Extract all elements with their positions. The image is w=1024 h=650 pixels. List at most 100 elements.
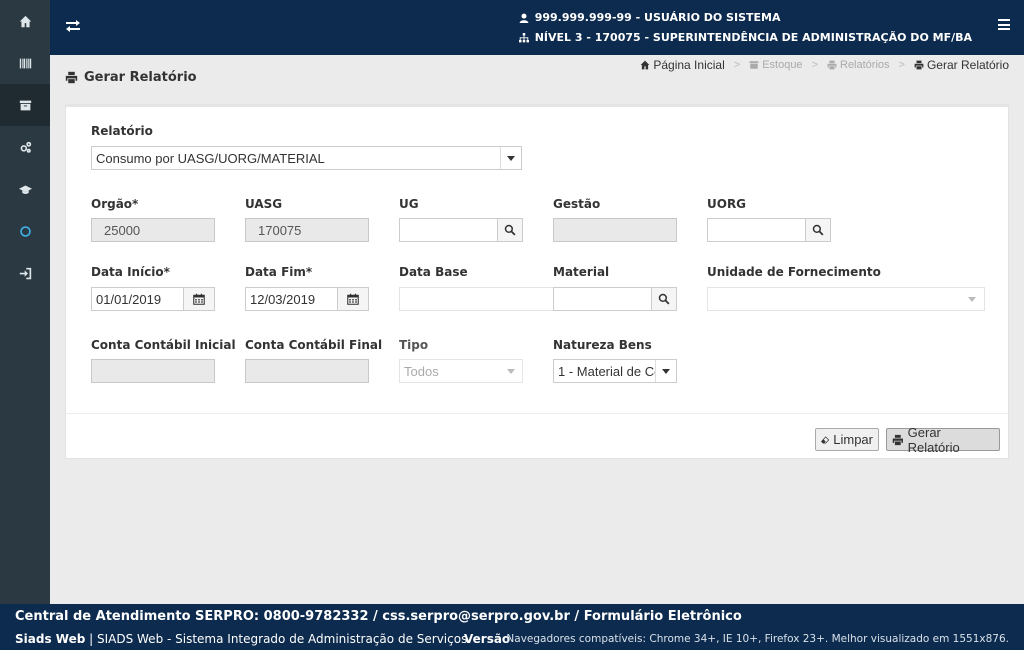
data-base-input[interactable] [399,287,579,311]
uorg-label: UORG [707,197,747,211]
breadcrumb-reports-label: Relatórios [840,59,890,71]
gestao-label: Gestão [553,197,601,211]
sidebar-item-barcode[interactable] [0,42,50,84]
breadcrumb-current-label: Gerar Relatório [926,58,1009,72]
search-icon [658,293,670,305]
circle-icon [19,225,31,237]
menu-bars-icon[interactable] [998,19,1010,33]
archive-icon [19,100,31,110]
tipo-value: Todos [404,363,439,379]
data-inicio-label: Data Início* [91,265,170,279]
ug-input[interactable] [399,218,498,242]
gears-icon [20,141,31,153]
chevron-down-icon [507,155,515,161]
sitemap-icon [518,33,529,43]
relatorio-dropdown-button[interactable] [500,147,521,169]
data-fim-input[interactable]: 12/03/2019 [245,287,338,311]
print-icon [914,60,924,70]
breadcrumb-current: Gerar Relatório [914,58,1009,72]
material-search-button[interactable] [651,287,677,311]
top-bar: 999.999.999-99 - USUÁRIO DO SISTEMA NÍVE… [50,0,1024,55]
user-name: 999.999.999-99 - USUÁRIO DO SISTEMA [534,11,781,24]
home-icon [640,60,650,70]
data-base-label: Data Base [399,265,468,279]
user-icon [519,13,529,23]
print-icon [892,434,903,445]
uorg-input[interactable] [707,218,806,242]
footer-browsers: Navegadores compatíveis: Chrome 34+, IE … [506,633,1009,645]
sidebar-item-training[interactable] [0,168,50,210]
unidade-label: Unidade de Fornecimento [707,265,881,279]
user-info: 999.999.999-99 - USUÁRIO DO SISTEMA NÍVE… [518,8,972,48]
breadcrumb-separator: > [898,59,905,71]
home-icon [19,15,31,27]
eraser-icon [821,435,830,443]
sidebar [0,0,50,604]
data-fim-calendar-button[interactable] [337,287,369,311]
relatorio-select-value: Consumo por UASG/UORG/MATERIAL [96,150,325,166]
uasg-field: 170075 [245,218,369,242]
natureza-label: Natureza Bens [553,338,652,352]
page-title-text: Gerar Relatório [84,70,197,85]
generate-report-button[interactable]: Gerar Relatório [886,425,1000,455]
calendar-icon [347,293,359,305]
uasg-label: UASG [245,197,283,211]
report-form-panel: Relatório Consumo por UASG/UORG/MATERIAL… [65,104,1009,459]
relatorio-label: Relatório [91,124,153,138]
chevron-down-icon [968,297,976,302]
conta-inicial-label: Conta Contábil Inicial [91,338,236,352]
relatorio-select[interactable]: Consumo por UASG/UORG/MATERIAL [91,146,522,170]
footer-system-name: | SIADS Web - Sistema Integrado de Admin… [85,632,468,646]
breadcrumb: Página Inicial > Estoque > Relatórios > … [640,58,1009,72]
breadcrumb-separator: > [733,59,741,71]
breadcrumb-home-label: Página Inicial [653,58,725,72]
ug-label: UG [399,197,419,211]
orgao-value: 25000 [104,222,141,238]
data-inicio-value: 01/01/2019 [96,291,162,307]
search-icon [504,224,516,236]
breadcrumb-separator: > [811,59,818,71]
breadcrumb-reports[interactable]: Relatórios [827,59,890,71]
chevron-down-icon [662,368,670,374]
sidebar-item-home[interactable] [0,0,50,42]
orgao-label: Orgão* [91,197,139,211]
data-fim-label: Data Fim* [245,265,313,279]
conta-final-label: Conta Contábil Final [245,338,383,352]
sign-in-icon [19,267,31,279]
uorg-search-button[interactable] [805,218,831,242]
conta-inicial-field [91,359,215,383]
unidade-select[interactable] [707,287,985,311]
sidebar-item-status[interactable] [0,210,50,252]
tipo-select[interactable]: Todos [399,359,523,383]
barcode-icon [19,58,31,68]
tipo-label: Tipo [399,338,429,352]
search-icon [812,224,824,236]
conta-final-field [245,359,369,383]
user-level: NÍVEL 3 - 170075 - SUPERINTENDÊNCIA DE A… [534,31,972,44]
material-input[interactable] [553,287,652,311]
sidebar-item-settings[interactable] [0,126,50,168]
breadcrumb-home[interactable]: Página Inicial [640,58,725,72]
sidebar-item-stock[interactable] [0,84,50,126]
page-title: Gerar Relatório [65,70,197,85]
footer-brand: Siads Web [15,632,86,646]
data-fim-value: 12/03/2019 [250,291,316,307]
clear-button-label: Limpar [833,432,873,447]
sidebar-item-logout[interactable] [0,252,50,294]
archive-icon [749,61,759,69]
ug-search-button[interactable] [497,218,523,242]
natureza-dropdown-button[interactable] [655,360,676,382]
data-inicio-input[interactable]: 01/01/2019 [91,287,184,311]
toggle-sidebar-icon[interactable] [65,17,81,35]
footer-version-link[interactable]: Versão [464,632,510,646]
clear-button[interactable]: Limpar [815,428,879,451]
print-icon [65,71,78,84]
generate-report-button-label: Gerar Relatório [907,424,960,455]
data-inicio-calendar-button[interactable] [183,287,215,311]
print-icon [827,60,837,70]
chevron-down-icon [507,369,515,374]
footer-system: Siads Web | SIADS Web - Sistema Integrad… [15,632,467,646]
uasg-value: 170075 [258,222,302,238]
breadcrumb-stock[interactable]: Estoque [749,59,803,71]
orgao-field: 25000 [91,218,215,242]
